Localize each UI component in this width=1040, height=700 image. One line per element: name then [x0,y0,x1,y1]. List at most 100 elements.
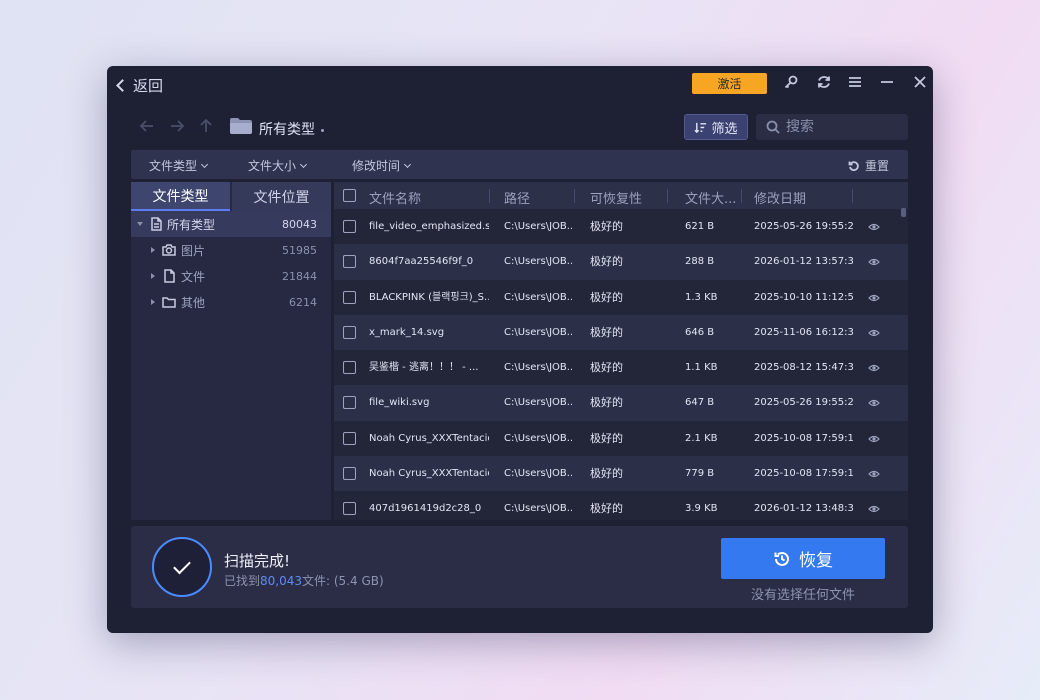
cell-path: C:\Users\JOB... [504,362,572,374]
chevron-down-icon [403,160,412,168]
table-header: 文件名称 路径 可恢复性 文件大... 修改日期 [334,182,908,209]
column-divider [489,189,490,203]
document-icon [149,217,163,231]
recover-button[interactable]: 恢复 [721,538,885,579]
tree-item-documents[interactable]: 文件 21844 [131,263,331,289]
close-icon[interactable] [911,73,929,91]
expand-icon[interactable] [137,222,143,226]
breadcrumb[interactable]: 所有类型 [259,119,324,139]
found-suffix: 文件: (5.4 GB) [302,574,384,588]
column-divider [741,189,742,203]
cell-modified: 2026-01-12 13:57:30 [754,256,854,268]
eye-preview-icon[interactable] [868,293,880,303]
expand-icon[interactable] [151,299,155,305]
cell-size: 647 B [685,397,715,409]
table-row[interactable]: 吴鉴楷 - 逃离！！！ - ... C:\Users\JOB... 极好的 1.1 K… [334,350,908,385]
table-row[interactable]: BLACKPINK (블랙핑크)_S... C:\Users\JOB... 极好的 1… [334,280,908,315]
row-checkbox[interactable] [343,361,356,375]
tab-file-location[interactable]: 文件位置 [232,182,331,211]
tree-item-all-types[interactable]: 所有类型 80043 [131,211,331,237]
search-box[interactable] [756,114,908,140]
row-checkbox[interactable] [343,325,356,339]
eye-preview-icon[interactable] [868,504,880,514]
filter-label: 筛选 [711,121,738,137]
row-checkbox[interactable] [343,502,356,516]
eye-preview-icon[interactable] [868,257,880,267]
cell-file-name: BLACKPINK (블랙핑크)_S... [369,291,489,303]
eye-preview-icon[interactable] [868,328,880,338]
tree-item-label: 其他 [181,295,206,310]
table-row[interactable]: file_wiki.svg C:\Users\JOB... 极好的 647 B 2025… [334,385,908,421]
cell-file-name: 407d1961419d2c28_0 [369,503,482,515]
table-row[interactable]: Noah Cyrus_XXXTentacio... C:\Users\JOB...… [334,456,908,492]
cell-recoverability: 极好的 [590,255,623,269]
cell-path: C:\Users\JOB... [504,291,572,303]
arrow-up-icon[interactable] [198,118,214,134]
eye-preview-icon[interactable] [868,469,880,479]
file-size-dropdown[interactable]: 文件大小 [248,157,308,174]
minimize-icon[interactable] [878,73,896,91]
reset-button[interactable]: 重置 [848,157,889,174]
cell-path: C:\Users\JOB... [504,432,572,444]
menu-icon[interactable] [846,73,864,91]
cell-recoverability: 极好的 [590,467,623,481]
row-checkbox[interactable] [343,255,356,269]
tree-item-others[interactable]: 其他 6214 [131,289,331,315]
column-header-path[interactable]: 路径 [504,188,530,207]
expand-icon[interactable] [151,273,155,279]
scrollbar-thumb[interactable] [901,208,906,217]
table-row[interactable]: 8604f7aa25546f9f_0 C:\Users\JOB... 极好的 288 … [334,244,908,280]
activate-button[interactable]: 激活 [692,73,767,94]
table-body: file_video_emphasized.s... C:\Users\JOB..… [334,209,908,520]
table-row[interactable]: x_mark_14.svg C:\Users\JOB... 极好的 646 B 2025… [334,314,908,351]
row-checkbox[interactable] [343,220,356,233]
scan-complete-badge [152,537,212,597]
modified-time-dropdown[interactable]: 修改时间 [352,157,412,174]
cell-file-name: 8604f7aa25546f9f_0 [369,256,474,268]
eye-preview-icon[interactable] [868,434,880,444]
tab-file-type[interactable]: 文件类型 [131,182,230,211]
tree-item-images[interactable]: 图片 51985 [131,237,331,263]
filter-button[interactable]: 筛选 [684,114,748,140]
arrow-back-icon[interactable] [139,118,155,134]
breadcrumb-dropdown-icon [321,128,324,132]
cell-size: 779 B [685,468,715,480]
column-header-recoverability[interactable]: 可恢复性 [590,188,642,207]
cell-recoverability: 极好的 [590,290,623,304]
cell-size: 288 B [685,256,715,268]
column-divider [852,189,853,203]
tree-item-count: 6214 [289,295,317,309]
back-button[interactable]: 返回 [115,75,163,96]
table-row[interactable]: 407d1961419d2c28_0 C:\Users\JOB... 极好的 3.9 … [334,491,908,520]
file-type-dropdown[interactable]: 文件类型 [149,157,209,174]
expand-icon[interactable] [151,247,155,253]
checkmark-icon [173,556,191,574]
row-checkbox[interactable] [343,396,356,410]
tree-item-count: 80043 [282,217,317,231]
cell-modified: 2025-05-26 19:55:24 [754,221,854,232]
column-header-modified[interactable]: 修改日期 [754,188,806,207]
cell-recoverability: 极好的 [590,361,623,375]
row-checkbox[interactable] [343,431,356,445]
eye-preview-icon[interactable] [868,222,880,232]
panel-tabs: 文件类型 文件位置 [131,182,331,211]
cell-path: C:\Users\JOB... [504,503,572,515]
file-size-label: 文件大小 [248,159,297,173]
row-checkbox[interactable] [343,290,356,304]
search-input[interactable] [786,119,896,135]
row-checkbox[interactable] [343,467,356,481]
arrow-forward-icon[interactable] [169,118,185,134]
column-header-name[interactable]: 文件名称 [369,188,421,207]
tree-item-count: 51985 [282,243,317,257]
table-row[interactable]: file_video_emphasized.s... C:\Users\JOB..… [334,209,908,244]
eye-preview-icon[interactable] [868,398,880,408]
eye-preview-icon[interactable] [868,363,880,373]
cell-recoverability: 极好的 [590,431,623,445]
table-row[interactable]: Noah Cyrus_XXXTentacio... C:\Users\JOB...… [334,421,908,456]
sort-filter-icon [694,122,707,133]
select-all-checkbox[interactable] [343,189,356,202]
refresh-icon[interactable] [815,73,833,91]
key-icon[interactable] [782,73,800,91]
column-header-size[interactable]: 文件大... [685,188,736,207]
reset-label: 重置 [865,159,890,173]
